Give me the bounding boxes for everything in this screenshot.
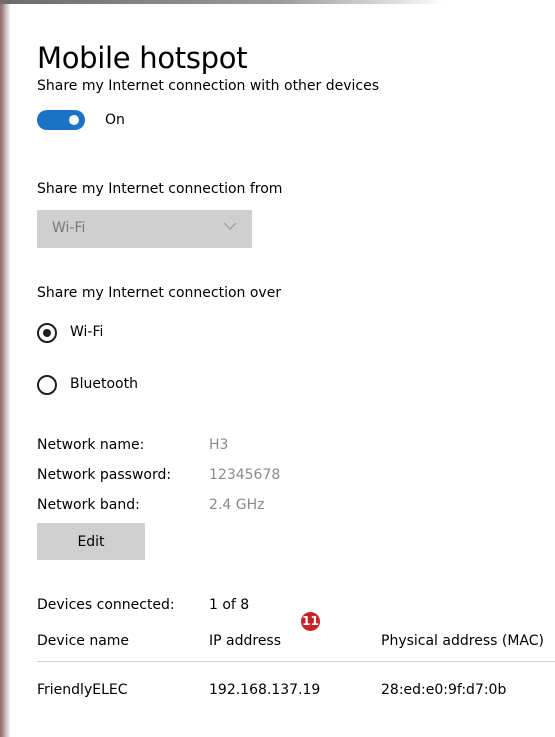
network-password-value: 12345678 bbox=[209, 467, 281, 483]
window-edge bbox=[0, 0, 10, 737]
radio-bluetooth-label: Bluetooth bbox=[70, 376, 138, 392]
column-header-mac-address: Physical address (MAC) bbox=[381, 633, 544, 649]
network-name-label: Network name: bbox=[37, 437, 145, 453]
network-band-value: 2.4 GHz bbox=[209, 497, 265, 513]
share-from-label: Share my Internet connection from bbox=[37, 181, 283, 197]
devices-connected-label: Devices connected: bbox=[37, 597, 175, 613]
radio-wifi-label: Wi-Fi bbox=[70, 324, 104, 340]
table-row-ip-address: 192.168.137.19 bbox=[209, 682, 321, 698]
annotation-badge: 11 bbox=[301, 612, 320, 631]
column-header-device-name: Device name bbox=[37, 633, 130, 649]
network-band-label: Network band: bbox=[37, 497, 140, 513]
toggle-knob bbox=[69, 115, 79, 125]
chevron-down-icon bbox=[223, 222, 237, 230]
hotspot-toggle[interactable] bbox=[37, 110, 85, 130]
toggle-state-label: On bbox=[105, 112, 125, 128]
network-password-label: Network password: bbox=[37, 467, 172, 483]
share-from-value: Wi-Fi bbox=[52, 220, 86, 236]
share-connection-label: Share my Internet connection with other … bbox=[37, 78, 380, 94]
window-top-edge bbox=[0, 0, 555, 4]
network-name-value: H3 bbox=[209, 437, 229, 453]
radio-wifi[interactable] bbox=[37, 323, 57, 343]
table-divider bbox=[37, 661, 555, 662]
table-row-device-name: FriendlyELEC bbox=[37, 682, 128, 698]
table-row-mac-address: 28:ed:e0:9f:d7:0b bbox=[381, 682, 507, 698]
radio-bluetooth[interactable] bbox=[37, 375, 57, 395]
share-from-dropdown[interactable]: Wi-Fi bbox=[37, 210, 252, 248]
devices-connected-value: 1 of 8 bbox=[209, 597, 250, 613]
edit-button[interactable]: Edit bbox=[37, 523, 145, 560]
page-title: Mobile hotspot bbox=[37, 41, 248, 76]
share-over-label: Share my Internet connection over bbox=[37, 285, 282, 301]
radio-selected-dot bbox=[43, 329, 51, 337]
column-header-ip-address: IP address bbox=[209, 633, 282, 649]
